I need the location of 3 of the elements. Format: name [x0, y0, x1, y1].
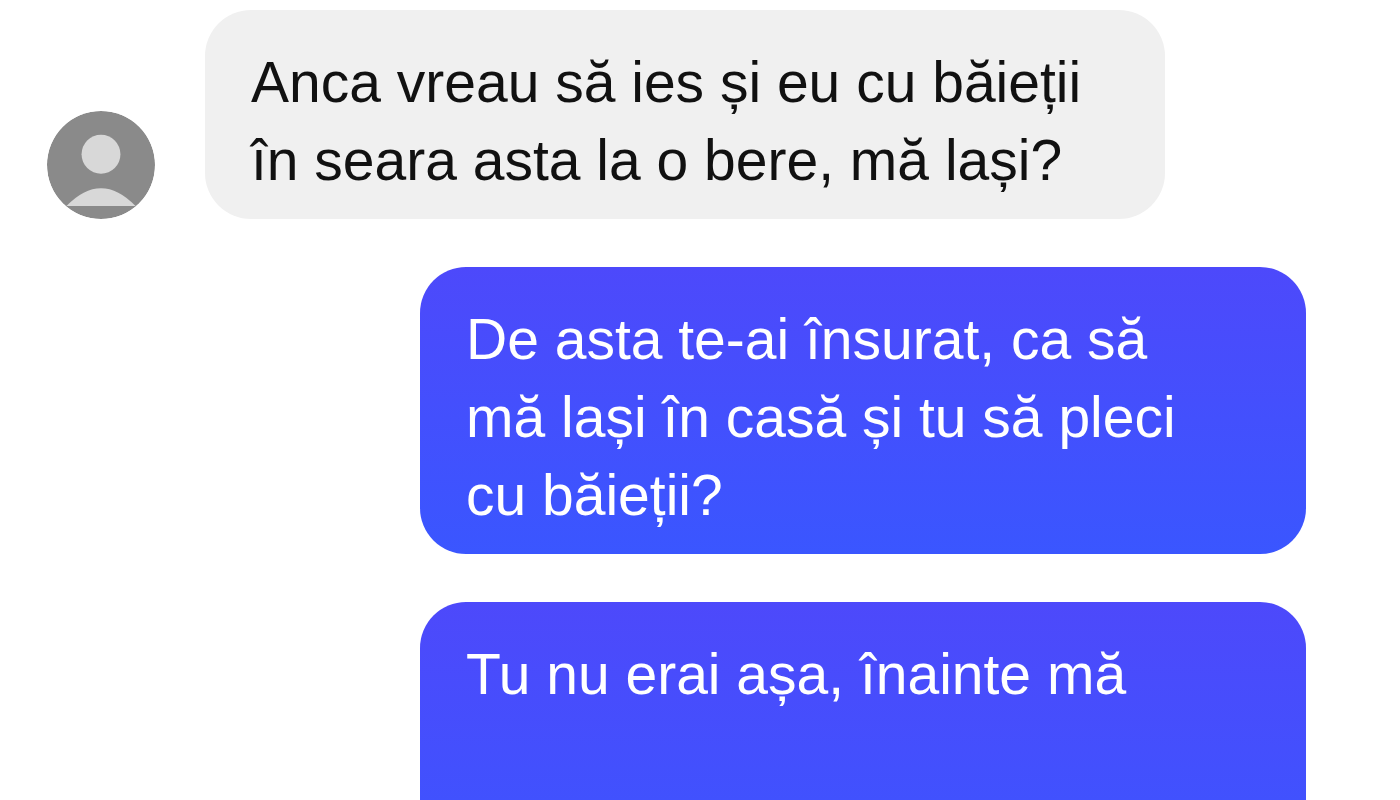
- message-bubble: De asta te-ai însurat, ca să mă lași în casă și tu să pleci cu băieții?: [420, 267, 1306, 554]
- message-bubble: Anca vreau să ies și eu cu băieții în seara asta la o bere, mă lași?: [205, 10, 1165, 219]
- message-bubble: Tu nu erai așa, înainte mă: [420, 602, 1306, 800]
